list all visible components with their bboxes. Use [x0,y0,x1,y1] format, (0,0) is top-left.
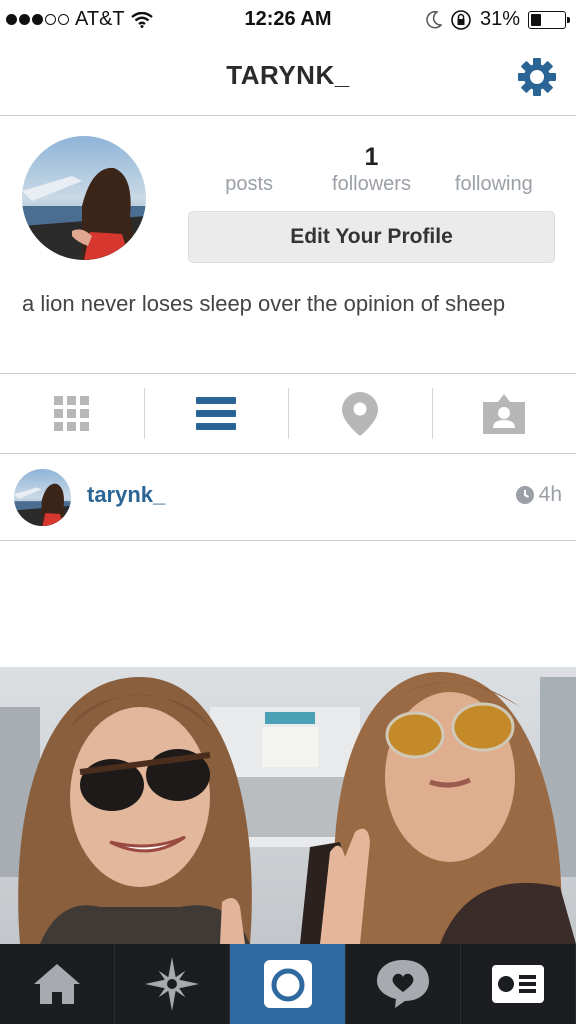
gear-icon[interactable] [516,56,558,98]
battery-icon [528,10,570,29]
stat-followers[interactable]: 1 followers [310,143,432,196]
edit-profile-button[interactable]: Edit Your Profile [188,211,555,263]
following-count [433,143,555,171]
post-timestamp: 4h [515,483,562,507]
profile-avatar[interactable] [22,136,146,260]
tagged-person-icon [483,393,525,434]
post-username[interactable]: tarynk_ [87,482,165,508]
home-icon [34,964,81,1004]
bottom-tab-bar [0,944,576,1024]
tab-home[interactable] [0,944,116,1024]
profile-header-bar: TARYNK_ [0,38,576,116]
post-time-text: 4h [538,483,562,506]
grid-icon [54,395,89,431]
battery-percent: 31% [479,8,520,30]
clock-icon [515,486,534,504]
tab-profile[interactable] [461,944,576,1024]
tab-explore[interactable] [115,944,231,1024]
tab-map-view[interactable] [288,374,432,453]
location-pin-icon [342,391,378,436]
camera-icon [263,960,312,1008]
list-icon [196,396,236,430]
post-header: tarynk_ 4h [0,454,576,541]
post-avatar[interactable] [14,469,71,526]
posts-count [188,143,310,171]
status-bar: AT&T 12:26 AM 31% [0,0,576,38]
profile-stats: posts 1 followers following [188,143,555,196]
profile-card-icon [491,965,544,1003]
explore-star-icon [145,957,200,1011]
stat-posts[interactable]: posts [188,143,310,196]
post-photo[interactable] [0,667,576,944]
profile-bio: a lion never loses sleep over the opinio… [22,291,506,316]
stat-following[interactable]: following [433,143,555,196]
tab-grid-view[interactable] [0,374,144,453]
page-title: TARYNK_ [226,60,350,90]
activity-heart-bubble-icon [376,960,429,1008]
profile-view-tabs [0,373,576,454]
tab-list-view[interactable] [144,374,288,453]
tab-camera[interactable] [230,944,346,1024]
tab-tagged-view[interactable] [432,374,576,453]
orientation-lock-icon [451,9,471,30]
followers-count: 1 [364,143,379,171]
following-label: following [454,173,533,195]
moon-icon [426,10,442,28]
followers-label: followers [332,173,411,195]
posts-label: posts [225,173,274,195]
tab-activity[interactable] [346,944,461,1024]
